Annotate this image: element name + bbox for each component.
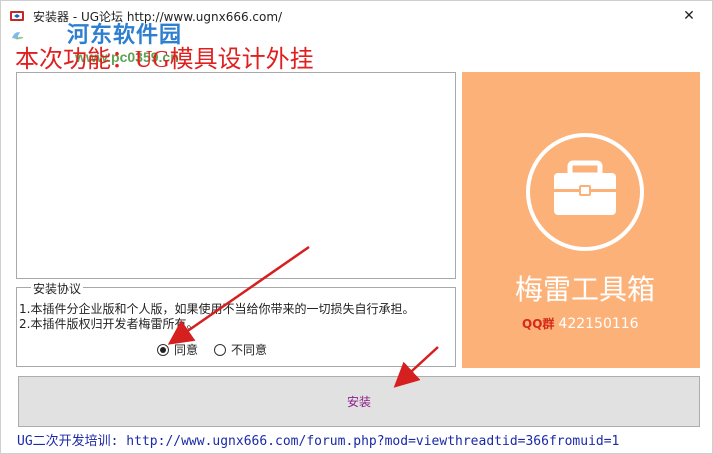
close-icon: ✕	[683, 8, 695, 24]
agreement-group: 安装协议 1.本插件分企业版和个人版，如果使用不当给你带来的一切损失自行承担。 …	[16, 280, 456, 367]
disagree-radio-option[interactable]: 不同意	[214, 341, 267, 358]
brand-panel: 梅雷工具箱 QQ群 422150116	[462, 72, 700, 368]
description-box	[16, 72, 456, 279]
agreement-line-2: 2.本插件版权归开发者梅雷所有。	[19, 317, 199, 331]
agree-radio-option[interactable]: 同意	[157, 341, 198, 358]
install-button[interactable]: 安装	[18, 376, 700, 427]
qq-group-label: QQ群	[522, 317, 555, 331]
agreement-legend: 安装协议	[31, 280, 84, 297]
training-link[interactable]: UG二次开发培训: http://www.ugnx666.com/forum.p…	[17, 430, 619, 449]
feature-headline: 本次功能：UG模具设计外挂	[15, 47, 314, 73]
agree-radio[interactable]	[157, 343, 169, 356]
brand-name: 梅雷工具箱	[514, 273, 655, 306]
brand-qq-group: QQ群 422150116	[522, 315, 639, 332]
disagree-radio[interactable]	[214, 343, 226, 356]
installer-window: 安装器 - UG论坛 http://www.ugnx666.com/ ✕ 河东软…	[0, 0, 713, 454]
briefcase-icon	[554, 160, 616, 215]
disagree-label: 不同意	[231, 343, 268, 357]
close-button[interactable]: ✕	[666, 1, 712, 31]
agree-label: 同意	[174, 343, 199, 357]
qq-group-number: 422150116	[558, 316, 639, 332]
brand-logo-circle	[526, 133, 644, 251]
